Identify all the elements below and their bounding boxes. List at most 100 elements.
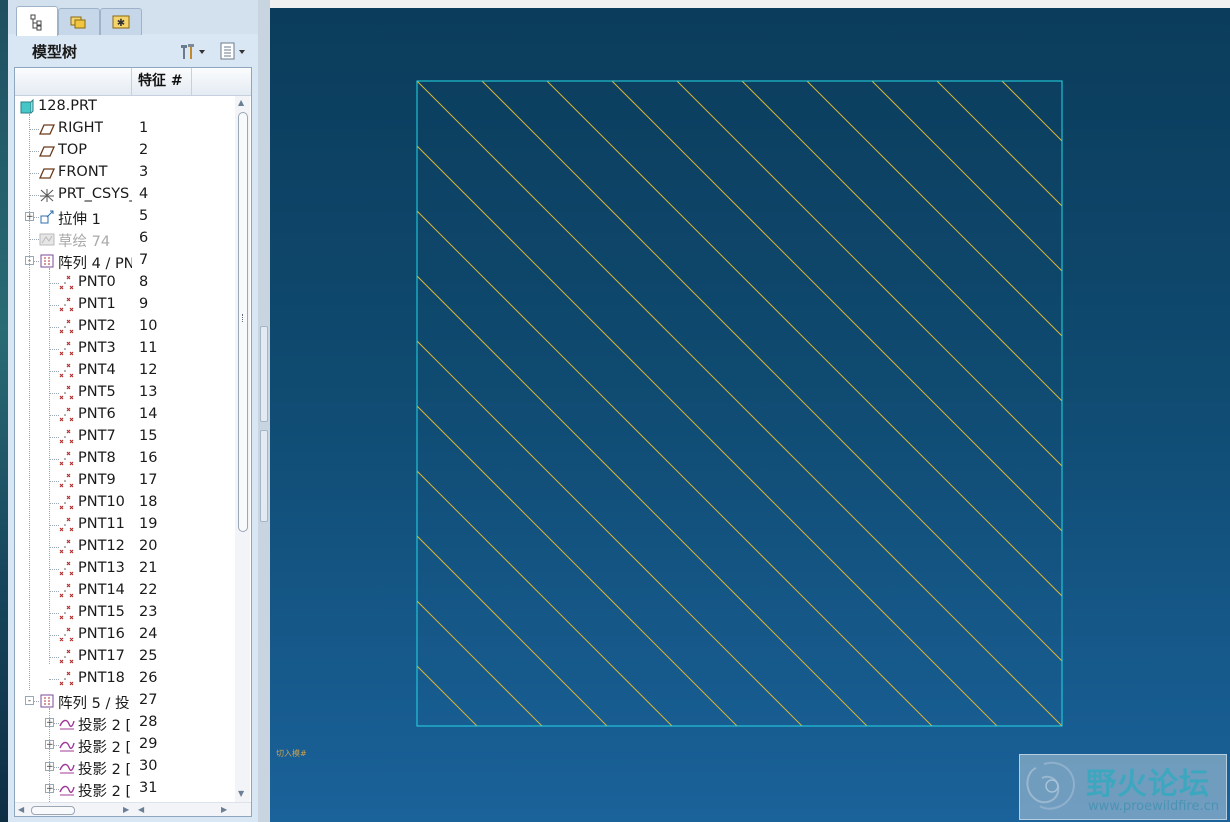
tree-item-label: PNT13 — [78, 560, 125, 576]
part-icon — [19, 98, 35, 115]
tree-item-label: PNT11 — [78, 516, 125, 532]
tree-row[interactable]: PNT6 14 — [15, 404, 235, 426]
tree-row[interactable]: PNT1 9 — [15, 294, 235, 316]
hatch-line — [417, 340, 803, 726]
collapse-toggle[interactable]: - — [25, 696, 34, 706]
model-view[interactable] — [270, 8, 1230, 822]
hatch-line — [1067, 81, 1230, 726]
scroll-left-icon[interactable]: ◀ — [138, 805, 144, 814]
scroll-left-icon[interactable]: ◀ — [18, 805, 24, 814]
tools-icon — [181, 44, 205, 59]
scroll-right-icon[interactable]: ▶ — [123, 805, 129, 814]
tree-row[interactable]: RIGHT 1 — [15, 118, 235, 140]
tree-item-label: PNT5 — [78, 384, 116, 400]
tree-item-label: PNT0 — [78, 274, 116, 290]
datum-point-icon — [59, 561, 75, 577]
graphics-window[interactable]: 切入模# 野火论坛 www.proewildfire.cn — [270, 8, 1230, 822]
tree-item-label: PNT1 — [78, 296, 116, 312]
datum-plane-icon — [38, 121, 56, 137]
hatch-line — [676, 81, 1062, 467]
vertical-scroll-thumb[interactable] — [238, 112, 248, 532]
tree-item-label: RIGHT — [58, 120, 104, 136]
hatch-line — [481, 81, 1062, 662]
tree-row[interactable]: PNT15 23 — [15, 602, 235, 624]
tree-row[interactable]: 草绘 74 6 — [15, 228, 235, 250]
tree-row[interactable]: - 阵列 5 / 投 27 — [15, 690, 235, 712]
tab-folder-browser[interactable] — [58, 8, 100, 35]
feature-number: 27 — [139, 692, 158, 708]
tree-row[interactable]: PNT5 13 — [15, 382, 235, 404]
tree-row[interactable]: PNT2 10 — [15, 316, 235, 338]
tree-row[interactable]: 128.PRT — [15, 96, 235, 118]
splitter-handle-lower[interactable] — [260, 430, 268, 522]
tree-row[interactable]: PNT8 16 — [15, 448, 235, 470]
tree-row[interactable]: PNT3 11 — [15, 338, 235, 360]
settings-dropdown-button[interactable] — [178, 40, 208, 62]
feature-number: 2 — [139, 142, 149, 158]
tree-column-header: 特征 # — [15, 68, 251, 96]
tree-row[interactable]: + 投影 2 [28 — [15, 712, 235, 734]
tree-row[interactable]: PNT16 24 — [15, 624, 235, 646]
tree-item-label: PNT15 — [78, 604, 125, 620]
tree-row[interactable]: PNT18 26 — [15, 668, 235, 690]
datum-point-icon — [59, 363, 75, 379]
hatch-line — [936, 81, 1062, 207]
tab-model-tree[interactable] — [16, 6, 58, 36]
tree-row[interactable]: PNT4 12 — [15, 360, 235, 382]
datum-point-icon — [59, 605, 75, 621]
tree-row[interactable]: PNT12 20 — [15, 536, 235, 558]
tree-item-label: PNT6 — [78, 406, 116, 422]
tree-connector — [49, 708, 50, 816]
pattern-icon — [39, 253, 55, 269]
column-feature-header[interactable]: 特征 # — [132, 68, 192, 95]
feature-number: 30 — [139, 758, 158, 774]
sketch-icon — [39, 231, 55, 247]
scroll-up-icon[interactable]: ▲ — [238, 98, 244, 107]
scroll-right-icon[interactable]: ▶ — [221, 805, 227, 814]
projected-curve-icon — [59, 737, 75, 753]
watermark-emblem-icon — [1026, 761, 1075, 810]
datum-plane-icon — [38, 165, 56, 181]
tree-row[interactable]: FRONT 3 — [15, 162, 235, 184]
tree-row[interactable]: - 阵列 4 / PN 7 — [15, 250, 235, 272]
vertical-scrollbar[interactable]: ▲ ▼ — [235, 96, 250, 802]
tree-row[interactable]: + 投影 2 [31 — [15, 778, 235, 800]
tree-connector — [49, 268, 50, 664]
datum-point-icon — [59, 583, 75, 599]
tree-row[interactable]: PNT13 21 — [15, 558, 235, 580]
tree-row[interactable]: PNT7 15 — [15, 426, 235, 448]
show-dropdown-button[interactable] — [218, 40, 252, 62]
projected-curve-icon — [59, 781, 75, 797]
hatch-line — [417, 405, 738, 726]
tree-row[interactable]: PNT11 19 — [15, 514, 235, 536]
feature-number: 20 — [139, 538, 158, 554]
tree-row[interactable]: PNT9 17 — [15, 470, 235, 492]
tree-item-label: PNT7 — [78, 428, 116, 444]
column-name-header[interactable] — [15, 68, 132, 95]
tree-item-label: PNT3 — [78, 340, 116, 356]
datum-point-icon — [59, 297, 75, 313]
splitter-handle-upper[interactable] — [260, 326, 268, 422]
tree-row[interactable]: PNT17 25 — [15, 646, 235, 668]
tree-row[interactable]: + 投影 2 [29 — [15, 734, 235, 756]
scroll-down-icon[interactable]: ▼ — [238, 789, 244, 798]
horizontal-scrollbar[interactable]: ◀ ▶ ◀ ▶ — [15, 802, 251, 816]
scroll-grip-icon — [242, 314, 245, 322]
tab-favorites[interactable]: ✱ — [100, 8, 142, 35]
model-tree: 特征 # 128.PRT RIGHT 1 TOP 2 FRONT 3 PRT_CSYS_ 4 + 拉… — [14, 67, 252, 817]
navigator-tabbar: ✱ — [8, 0, 267, 36]
tree-item-label: 投影 2 [ — [78, 718, 132, 734]
tree-row[interactable]: + 投影 2 [30 — [15, 756, 235, 778]
tree-row[interactable]: TOP 2 — [15, 140, 235, 162]
feature-number: 4 — [139, 186, 149, 202]
tree-row[interactable]: PNT10 18 — [15, 492, 235, 514]
tree-row[interactable]: PNT14 22 — [15, 580, 235, 602]
tree-item-label: PNT14 — [78, 582, 125, 598]
tree-row[interactable]: + 拉伸 15 — [15, 206, 235, 228]
hatch-line — [417, 145, 998, 726]
panel-splitter[interactable] — [258, 0, 270, 822]
tree-row[interactable]: PRT_CSYS_ 4 — [15, 184, 235, 206]
horizontal-scroll-thumb[interactable] — [31, 806, 75, 815]
tree-row[interactable]: PNT0 8 — [15, 272, 235, 294]
feature-number: 13 — [139, 384, 158, 400]
